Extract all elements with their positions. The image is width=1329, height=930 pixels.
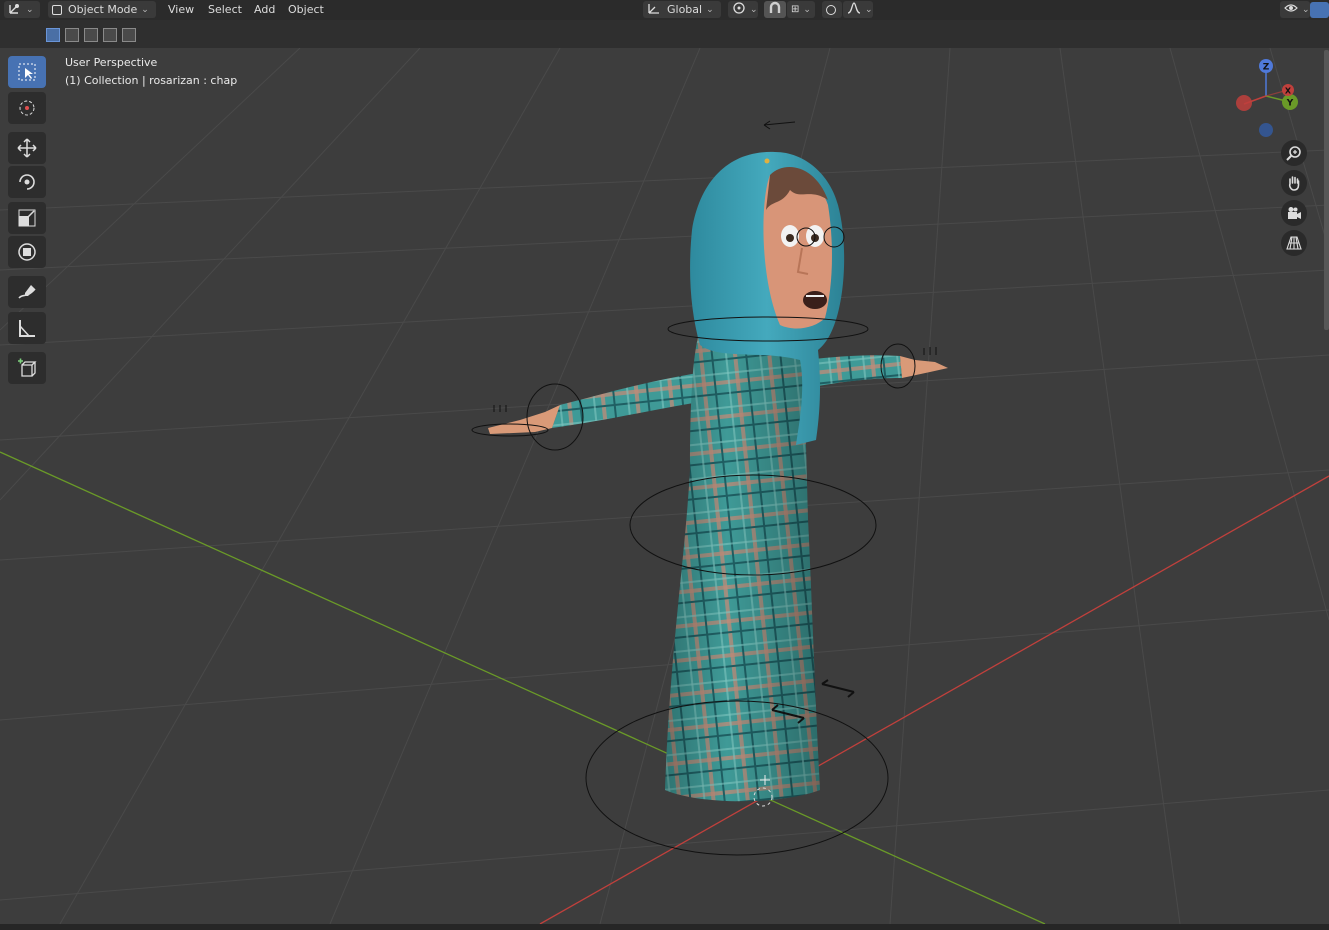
editor-type-dropdown[interactable]: ⌄ <box>4 1 40 18</box>
orientation-icon <box>647 2 661 17</box>
orientation-label: Global <box>667 3 703 16</box>
object-mode-icon <box>52 4 62 15</box>
camera-icon <box>1288 207 1301 219</box>
tool-measure[interactable] <box>8 312 46 344</box>
navigation-gizmo[interactable]: Z Y X <box>1230 56 1306 140</box>
zoom-icon <box>1286 146 1301 161</box>
rotate-icon <box>19 174 35 190</box>
visibility-dropdown[interactable]: ⌄ <box>1280 1 1310 18</box>
snap-target-dropdown[interactable]: ⊞ ⌄ <box>787 1 815 18</box>
svg-text:Y: Y <box>1286 99 1294 109</box>
scale-icon <box>18 209 36 227</box>
chevron-down-icon: ⌄ <box>141 4 149 15</box>
tool-add-cube[interactable] <box>8 352 46 384</box>
menu-object[interactable]: Object <box>288 0 324 19</box>
tool-annotate[interactable] <box>8 276 46 308</box>
zoom-button[interactable] <box>1281 140 1307 166</box>
snap-increment-icon: ⊞ <box>791 4 800 15</box>
camera-view-button[interactable] <box>1281 200 1307 226</box>
select-mode-intersect-button[interactable] <box>122 28 136 42</box>
mode-label: Object Mode <box>68 3 138 16</box>
snap-magnet-icon <box>768 1 782 18</box>
menu-add[interactable]: Add <box>254 0 275 19</box>
view-name-label: User Perspective <box>65 56 158 69</box>
pivot-icon <box>732 1 746 18</box>
measure-icon <box>19 320 35 337</box>
chevron-down-icon: ⌄ <box>803 4 811 15</box>
perspective-grid-icon <box>1286 236 1302 250</box>
snap-toggle[interactable] <box>764 1 786 18</box>
cursor-icon <box>19 100 35 116</box>
status-strip <box>0 924 1329 930</box>
chevron-down-icon: ⌄ <box>750 4 758 15</box>
add-cube-icon <box>18 358 37 377</box>
menu-select[interactable]: Select <box>208 0 242 19</box>
tool-settings-bar <box>0 20 1329 48</box>
collection-label: (1) Collection | rosarizan : chap <box>65 74 238 87</box>
perspective-toggle-button[interactable] <box>1281 230 1307 256</box>
tool-scale[interactable] <box>8 202 46 234</box>
proportional-edit-icon <box>826 4 836 15</box>
viewport-scrollbar[interactable] <box>1324 50 1329 330</box>
tool-rotate[interactable] <box>8 166 46 198</box>
chevron-down-icon: ⌄ <box>865 4 873 15</box>
svg-text:X: X <box>1285 87 1292 96</box>
annotate-icon <box>18 285 36 299</box>
select-mode-new-button[interactable] <box>46 28 60 42</box>
select-box-icon <box>18 63 36 81</box>
pivot-dropdown[interactable]: ⌄ <box>728 1 758 18</box>
chevron-down-icon: ⌄ <box>706 4 714 15</box>
tool-cursor[interactable] <box>8 92 46 124</box>
move-icon <box>17 138 37 158</box>
header-bar: ⌄ Object Mode ⌄ View Select Add Object G… <box>0 0 1329 20</box>
chevron-down-icon: ⌄ <box>1302 4 1310 15</box>
falloff-curve-icon <box>847 2 861 17</box>
tool-select-box[interactable] <box>8 56 46 88</box>
menu-view[interactable]: View <box>168 0 194 19</box>
pan-button[interactable] <box>1281 170 1307 196</box>
transform-icon <box>18 243 36 261</box>
grid-axes-icon <box>8 1 22 18</box>
svg-text:Z: Z <box>1263 63 1270 73</box>
select-mode-invert-button[interactable] <box>103 28 117 42</box>
gizmo-toggle-button[interactable] <box>1310 2 1329 18</box>
eye-icon <box>1284 2 1298 17</box>
y-axis-line <box>0 451 1046 924</box>
select-mode-subtract-button[interactable] <box>84 28 98 42</box>
orientation-dropdown[interactable]: Global ⌄ <box>643 1 721 18</box>
tool-move[interactable] <box>8 132 46 164</box>
scene-canvas <box>0 48 1329 924</box>
gizmo-neg-z-handle[interactable] <box>1259 123 1273 137</box>
falloff-dropdown[interactable]: ⌄ <box>843 1 873 18</box>
chevron-down-icon: ⌄ <box>26 4 34 15</box>
proportional-toggle[interactable] <box>822 1 842 18</box>
mode-dropdown[interactable]: Object Mode ⌄ <box>48 1 156 18</box>
floor-grid <box>0 48 1329 924</box>
3d-viewport[interactable]: User Perspective (1) Collection | rosari… <box>0 48 1329 924</box>
select-mode-extend-button[interactable] <box>65 28 79 42</box>
gizmo-neg-x-handle[interactable] <box>1236 95 1252 111</box>
tool-transform[interactable] <box>8 236 46 268</box>
hand-pan-icon <box>1288 176 1300 191</box>
